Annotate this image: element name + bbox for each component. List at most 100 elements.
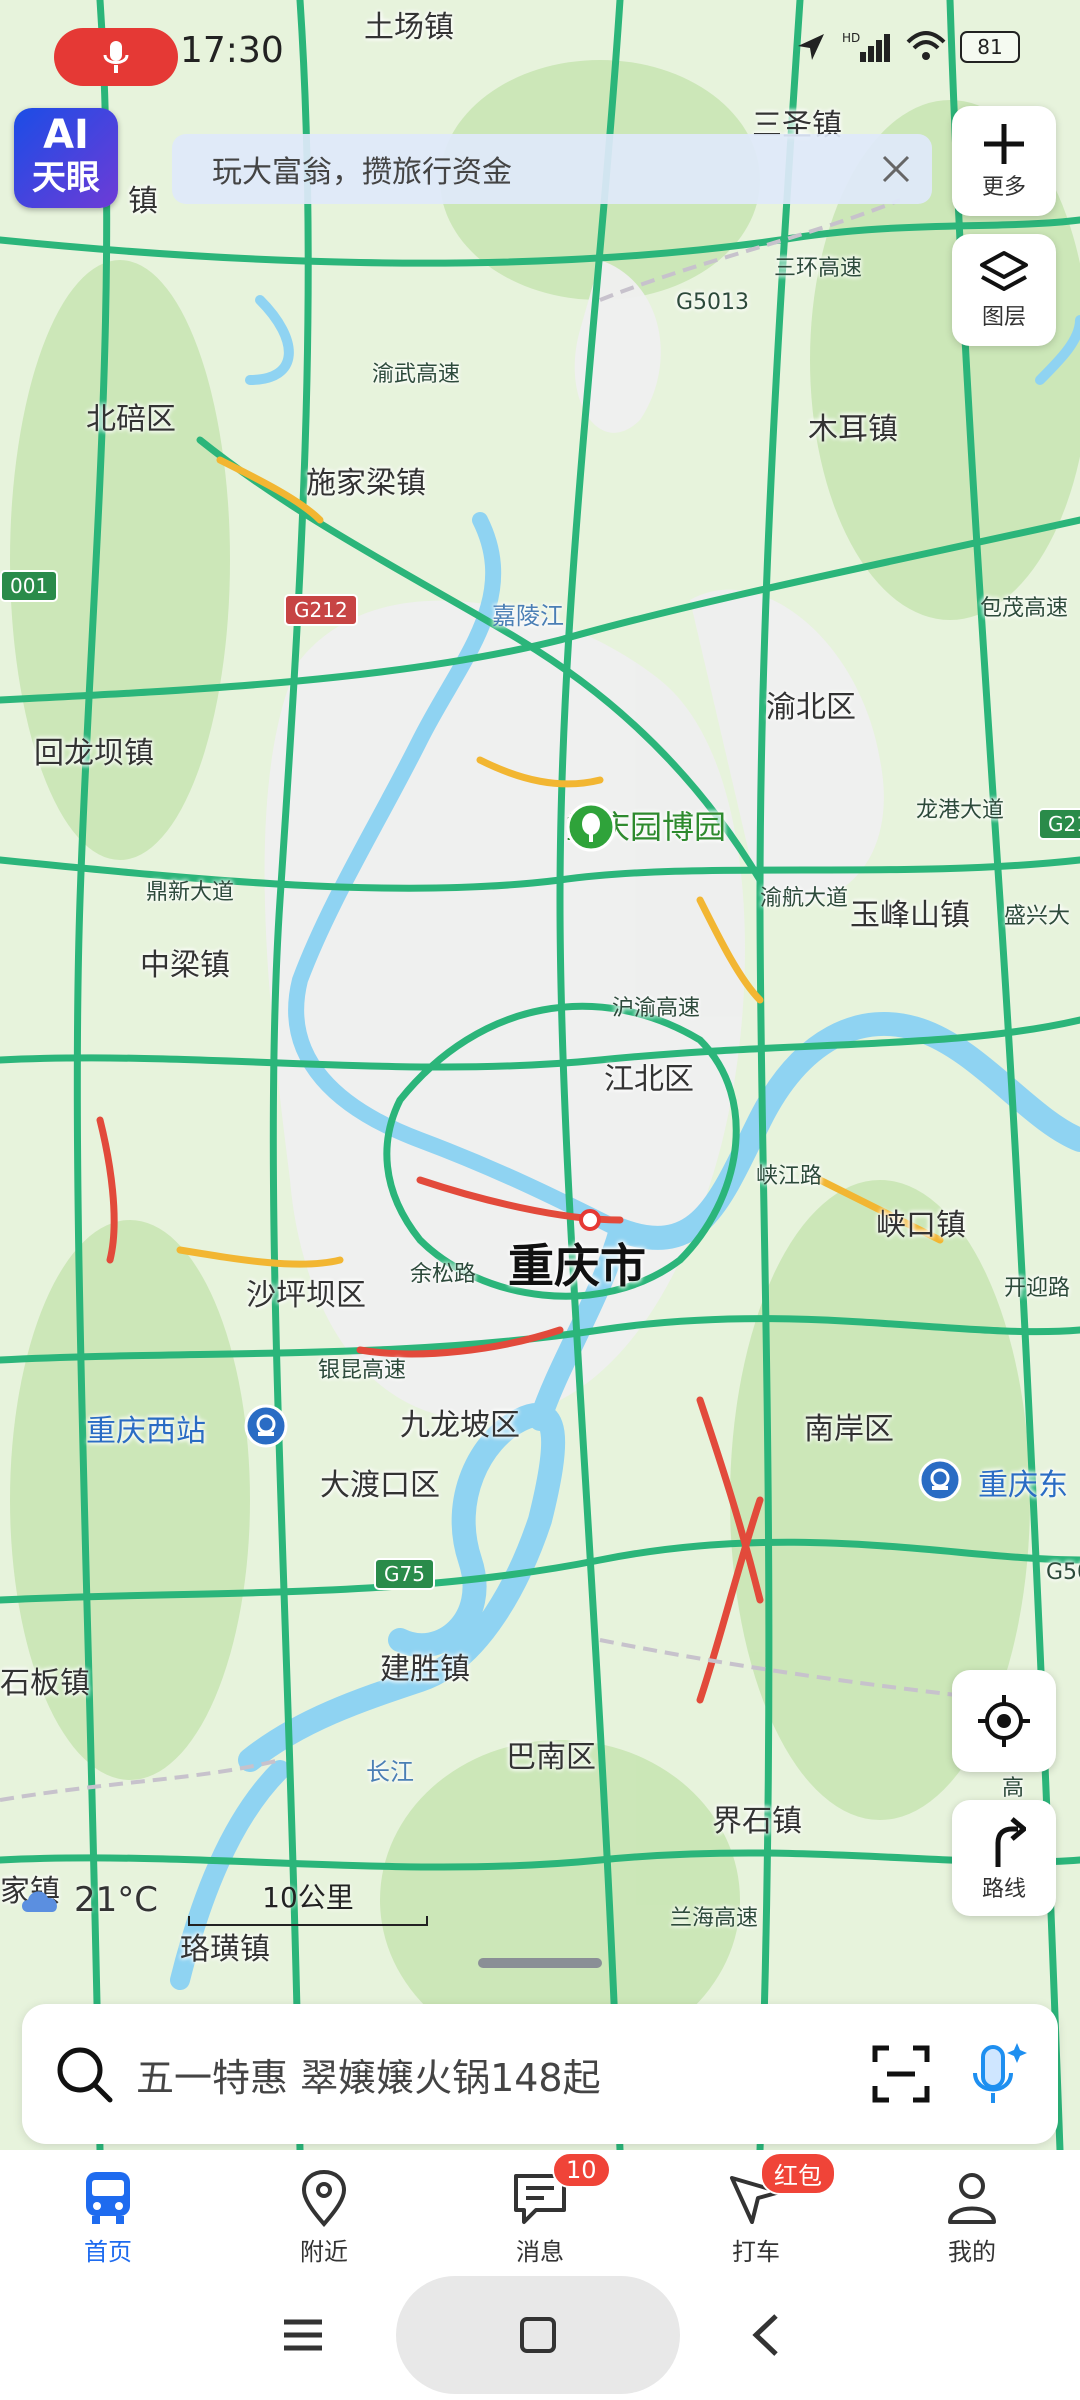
messages-count-badge: 10 bbox=[552, 2152, 611, 2188]
status-time: 17:30 bbox=[180, 30, 284, 71]
system-menu-button[interactable] bbox=[276, 2308, 330, 2362]
road-label-gao: 高 bbox=[1002, 1776, 1025, 1801]
route-button-label: 路线 bbox=[981, 1877, 1026, 1902]
map-scale-label: 10公里 bbox=[262, 1881, 354, 1914]
map-label-zhen[interactable]: 镇 bbox=[128, 176, 158, 220]
back-chevron-icon bbox=[752, 2314, 778, 2356]
menu-icon bbox=[284, 2319, 322, 2351]
highway-shield-001: 001 bbox=[0, 570, 59, 602]
map-label-city[interactable]: 重庆市 bbox=[508, 1230, 646, 1296]
train-station-icon-west[interactable] bbox=[244, 1404, 288, 1448]
location-arrow-icon bbox=[798, 34, 824, 60]
map-scale: 10公里 bbox=[188, 1876, 428, 1926]
close-icon bbox=[882, 155, 910, 183]
system-home-button[interactable] bbox=[396, 2276, 680, 2394]
map-label-jiulongpo[interactable]: 九龙坡区 bbox=[400, 1400, 520, 1444]
train-station-icon-east[interactable] bbox=[918, 1458, 962, 1502]
river-label-jialing: 嘉陵江 bbox=[492, 602, 564, 630]
more-button[interactable]: 更多 bbox=[952, 106, 1056, 216]
map-label-shapingba[interactable]: 沙坪坝区 bbox=[246, 1270, 366, 1314]
map-label-beibei[interactable]: 北碚区 bbox=[86, 394, 176, 438]
river-label-yangtze: 长江 bbox=[366, 1758, 414, 1786]
system-back-button[interactable] bbox=[740, 2308, 794, 2362]
crosshair-icon bbox=[978, 1695, 1030, 1747]
tab-nearby-label: 附近 bbox=[300, 2238, 348, 2266]
red-packet-badge: 红包 bbox=[760, 2152, 836, 2195]
person-icon bbox=[948, 2173, 996, 2224]
map-label-chongqing-west-station[interactable]: 重庆西站 bbox=[86, 1406, 206, 1450]
location-pin-icon bbox=[301, 2169, 347, 2228]
search-input[interactable]: 五一特惠 翠嬢嬢火锅148起 bbox=[136, 2047, 866, 2102]
map-label-jiangbei[interactable]: 江北区 bbox=[604, 1054, 694, 1098]
search-bar[interactable]: 五一特惠 翠嬢嬢火锅148起 bbox=[22, 2004, 1058, 2144]
map-label-huilongba[interactable]: 回龙坝镇 bbox=[34, 728, 154, 772]
tab-home[interactable]: 首页 bbox=[0, 2150, 216, 2270]
road-label-yuhang: 渝航大道 bbox=[760, 886, 849, 911]
map-label-yubei[interactable]: 渝北区 bbox=[766, 682, 856, 726]
tab-messages[interactable]: 消息 10 bbox=[432, 2150, 648, 2270]
highway-shield-g21: G21 bbox=[1038, 808, 1080, 840]
bottom-nav: 首页 附近 消息 10 打车 红包 我的 bbox=[0, 2150, 1080, 2270]
layers-icon bbox=[980, 251, 1028, 291]
scan-button[interactable] bbox=[866, 2039, 936, 2109]
poi-garden-expo[interactable]: 重庆园博园 bbox=[566, 802, 726, 852]
drag-handle[interactable] bbox=[478, 1958, 602, 1968]
map-label-dadukou[interactable]: 大渡口区 bbox=[320, 1460, 440, 1504]
ai-tianyan-button[interactable]: AI 天眼 bbox=[14, 108, 118, 208]
promo-banner[interactable]: 玩大富翁，攒旅行资金 bbox=[172, 134, 932, 204]
road-label-g5013: G5013 bbox=[676, 290, 750, 315]
route-button[interactable]: 路线 bbox=[952, 1800, 1056, 1916]
map-label-nanan[interactable]: 南岸区 bbox=[804, 1404, 894, 1448]
locate-button[interactable] bbox=[952, 1670, 1056, 1772]
road-label-kaiying: 开迎路 bbox=[1004, 1276, 1071, 1301]
route-arrow-icon bbox=[995, 1817, 1026, 1867]
highway-shield-g75: G75 bbox=[374, 1558, 435, 1590]
tab-nearby[interactable]: 附近 bbox=[216, 2150, 432, 2270]
road-label-yuwu: 渝武高速 bbox=[372, 362, 461, 387]
layers-button[interactable]: 图层 bbox=[952, 234, 1056, 346]
map-label-jiansheng[interactable]: 建胜镇 bbox=[380, 1644, 470, 1688]
system-nav-bar bbox=[0, 2270, 1080, 2400]
road-label-yusong: 余松路 bbox=[410, 1262, 477, 1287]
promo-banner-text[interactable]: 玩大富翁，攒旅行资金 bbox=[212, 147, 866, 191]
ai-badge-line2: 天眼 bbox=[32, 158, 100, 198]
map-label-muer[interactable]: 木耳镇 bbox=[808, 404, 898, 448]
map-canvas[interactable]: 土场镇 三圣镇 镇 北碚区 施家梁镇 木耳镇 回龙坝镇 渝北区 中梁镇 玉峰山镇… bbox=[0, 0, 1080, 2150]
highway-shield-g212: G212 bbox=[284, 594, 358, 626]
search-icon bbox=[57, 2047, 113, 2103]
bus-icon bbox=[86, 2172, 130, 2224]
map-label-xiakou[interactable]: 峡口镇 bbox=[876, 1200, 966, 1244]
road-label-g5001: G5001 bbox=[1046, 1560, 1080, 1585]
weather-widget[interactable]: 21°C bbox=[18, 1880, 158, 1920]
map-label-banan[interactable]: 巴南区 bbox=[506, 1732, 596, 1776]
road-label-baomao: 包茂高速 bbox=[980, 596, 1069, 621]
banner-close-button[interactable] bbox=[866, 139, 926, 199]
more-button-label: 更多 bbox=[981, 175, 1026, 200]
voice-search-button[interactable] bbox=[962, 2039, 1032, 2109]
svg-text:HD: HD bbox=[842, 31, 860, 45]
status-bar: 17:30 HD 81 bbox=[0, 0, 1080, 116]
map-label-shijialiang[interactable]: 施家梁镇 bbox=[306, 458, 426, 502]
tab-taxi[interactable]: 打车 红包 bbox=[648, 2150, 864, 2270]
map-label-yufengshan[interactable]: 玉峰山镇 bbox=[850, 890, 970, 934]
road-label-longgang: 龙港大道 bbox=[916, 798, 1005, 823]
home-square-icon bbox=[520, 2317, 556, 2353]
map-label-jieshi[interactable]: 界石镇 bbox=[712, 1796, 802, 1840]
recording-indicator[interactable] bbox=[54, 28, 178, 86]
road-label-yinkun: 银昆高速 bbox=[318, 1358, 407, 1383]
tab-home-label: 首页 bbox=[84, 2238, 132, 2266]
wifi-icon bbox=[906, 31, 946, 60]
scan-icon bbox=[872, 2045, 930, 2103]
map-graphics bbox=[0, 0, 1080, 2150]
road-label-lanhai: 兰海高速 bbox=[670, 1906, 759, 1931]
cellular-signal-icon: HD bbox=[842, 31, 890, 62]
map-label-luohuang[interactable]: 珞璜镇 bbox=[180, 1924, 270, 1968]
map-label-chongqing-east[interactable]: 重庆东 bbox=[978, 1460, 1068, 1504]
road-label-3rd-ring: 三环高速 bbox=[774, 256, 863, 281]
map-label-zhongliang[interactable]: 中梁镇 bbox=[140, 940, 230, 984]
map-label-shiban[interactable]: 石板镇 bbox=[0, 1658, 90, 1702]
tree-icon bbox=[566, 802, 616, 852]
plus-icon bbox=[984, 124, 1024, 164]
tab-profile[interactable]: 我的 bbox=[864, 2150, 1080, 2270]
tab-messages-label: 消息 bbox=[516, 2238, 564, 2266]
